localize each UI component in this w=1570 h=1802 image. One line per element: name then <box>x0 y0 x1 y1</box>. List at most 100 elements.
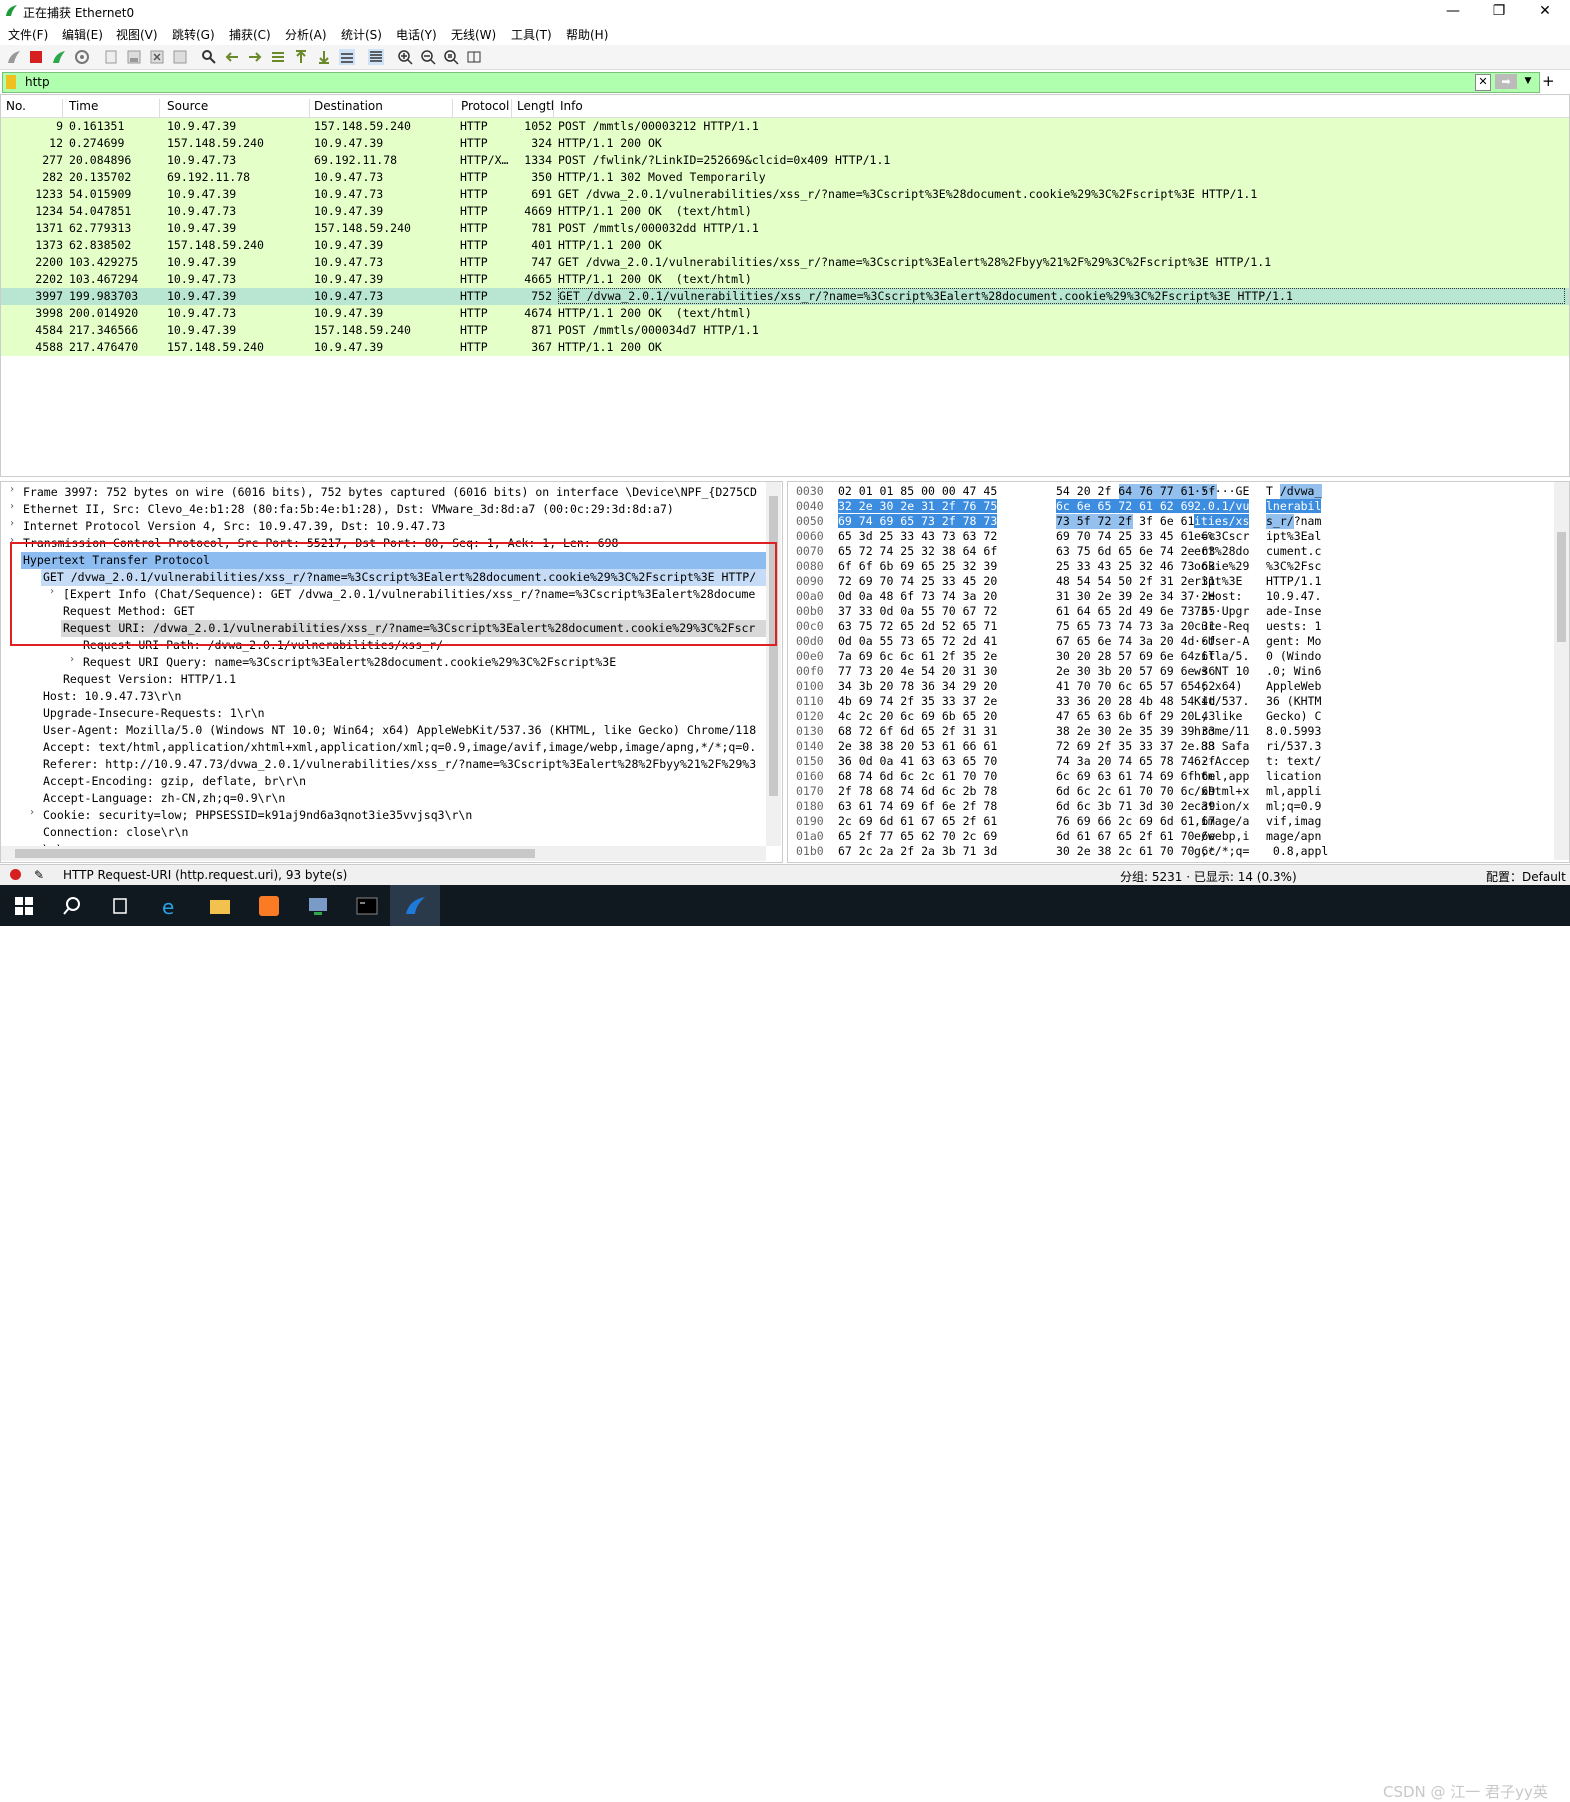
detail-tree-row[interactable]: ⌄Hypertext Transfer Protocol <box>21 552 766 569</box>
column-info[interactable]: Info <box>560 99 583 117</box>
colorize-icon[interactable] <box>368 49 384 65</box>
menu-capture[interactable]: 捕获(C) <box>229 26 271 43</box>
stop-capture-icon[interactable] <box>28 49 44 65</box>
packet-row[interactable]: 282 20.135702 69.192.11.78 10.9.47.73 HTTP 35… <box>1 169 1569 186</box>
expand-chevron-icon[interactable]: › <box>49 586 61 597</box>
detail-tree-row[interactable]: Accept: text/html,application/xhtml+xml,… <box>1 739 766 756</box>
menu-tools[interactable]: 工具(T) <box>511 26 552 43</box>
display-filter-bar[interactable]: http ✕ ➡ ▼ <box>2 72 1540 93</box>
windows-start-icon[interactable] <box>12 894 36 918</box>
menu-statistics[interactable]: 统计(S) <box>341 26 382 43</box>
detail-tree-row[interactable]: Referer: http://10.9.47.73/dvwa_2.0.1/vu… <box>1 756 766 773</box>
xampp-icon[interactable] <box>257 894 281 918</box>
file-explorer-icon[interactable] <box>208 894 232 918</box>
column-source[interactable]: Source <box>167 99 310 117</box>
details-vertical-scrollbar[interactable] <box>766 482 781 846</box>
bookmark-icon[interactable] <box>6 75 16 89</box>
network-app-icon[interactable] <box>306 894 330 918</box>
packet-row[interactable]: 9 0.161351 10.9.47.39 157.148.59.240 HTTP 105… <box>1 118 1569 135</box>
menu-telephony[interactable]: 电话(Y) <box>396 26 437 43</box>
open-file-icon[interactable] <box>103 49 119 65</box>
expand-chevron-icon[interactable]: › <box>9 484 21 495</box>
internet-explorer-icon[interactable]: e <box>159 894 183 918</box>
zoom-out-icon[interactable] <box>420 49 436 65</box>
packet-row[interactable]: 4588 217.476470 157.148.59.240 10.9.47.39 HT… <box>1 339 1569 356</box>
status-profile[interactable]: 配置：Default <box>1486 868 1566 885</box>
detail-tree-row[interactable]: ⌄Request URI: /dvwa_2.0.1/vulnerabilitie… <box>61 620 766 637</box>
packet-row[interactable]: 2200 103.429275 10.9.47.39 10.9.47.73 HTTP 74… <box>1 254 1569 271</box>
add-filter-button-icon[interactable]: + <box>1542 72 1555 90</box>
go-first-packet-icon[interactable] <box>293 49 309 65</box>
expand-chevron-icon[interactable]: › <box>9 501 21 512</box>
go-last-packet-icon[interactable] <box>316 49 332 65</box>
packet-row[interactable]: 1371 62.779313 10.9.47.39 157.148.59.240 HTT… <box>1 220 1569 237</box>
expert-info-icon[interactable] <box>10 869 21 880</box>
reload-file-icon[interactable] <box>172 49 188 65</box>
detail-tree-row[interactable]: › Frame 3997: 752 bytes on wire (6016 bit… <box>1 484 766 501</box>
go-back-icon[interactable] <box>224 49 240 65</box>
menu-analyze[interactable]: 分析(A) <box>285 26 327 43</box>
edit-comment-icon[interactable]: ✎ <box>34 868 44 882</box>
task-view-icon[interactable] <box>108 894 132 918</box>
column-no[interactable]: No. <box>6 99 63 117</box>
menu-view[interactable]: 视图(V) <box>116 26 158 43</box>
detail-tree-row[interactable]: Request URI Path: /dvwa_2.0.1/vulnerabil… <box>1 637 766 654</box>
packet-row[interactable]: 1234 54.047851 10.9.47.73 10.9.47.39 HTTP 466… <box>1 203 1569 220</box>
maximize-button[interactable]: ❐ <box>1476 0 1522 22</box>
expand-chevron-icon[interactable]: › <box>9 535 21 546</box>
filter-history-chevron-icon[interactable]: ▼ <box>1521 74 1535 89</box>
menu-edit[interactable]: 编辑(E) <box>62 26 103 43</box>
detail-tree-row[interactable]: Request Version: HTTP/1.1 <box>1 671 766 688</box>
search-icon[interactable] <box>60 894 84 918</box>
save-file-icon[interactable] <box>126 49 142 65</box>
detail-tree-row[interactable]: › Ethernet II, Src: Clevo_4e:b1:28 (80:fa… <box>1 501 766 518</box>
detail-tree-row[interactable]: Request Method: GET <box>1 603 766 620</box>
go-forward-icon[interactable] <box>247 49 263 65</box>
packet-row[interactable]: 4584 217.346566 10.9.47.39 157.148.59.240 HT… <box>1 322 1569 339</box>
bytes-vertical-scrollbar[interactable] <box>1554 482 1569 860</box>
detail-tree-row[interactable]: Upgrade-Insecure-Requests: 1\r\n <box>1 705 766 722</box>
expand-chevron-icon[interactable]: › <box>69 654 81 665</box>
column-protocol[interactable]: Protocol <box>461 99 512 117</box>
detail-tree-row[interactable]: › Internet Protocol Version 4, Src: 10.9.… <box>1 518 766 535</box>
detail-tree-row[interactable]: Host: 10.9.47.73\r\n <box>1 688 766 705</box>
minimize-button[interactable]: — <box>1430 0 1476 22</box>
restart-capture-icon[interactable] <box>51 49 67 65</box>
expand-chevron-icon[interactable]: › <box>29 807 41 818</box>
resize-columns-icon[interactable] <box>466 49 482 65</box>
zoom-reset-icon[interactable] <box>443 49 459 65</box>
column-length[interactable]: Lengtl <box>517 99 554 117</box>
menu-wireless[interactable]: 无线(W) <box>451 26 496 43</box>
terminal-icon[interactable] <box>355 894 379 918</box>
detail-tree-row[interactable]: › [Expert Info (Chat/Sequence): GET /dvwa… <box>1 586 766 603</box>
details-horizontal-scrollbar[interactable] <box>1 846 766 861</box>
apply-filter-icon[interactable]: ➡ <box>1495 74 1517 89</box>
column-time[interactable]: Time <box>69 99 160 117</box>
wireshark-taskbar-item[interactable] <box>390 885 440 926</box>
menu-go[interactable]: 跳转(G) <box>172 26 215 43</box>
detail-tree-row[interactable]: User-Agent: Mozilla/5.0 (Windows NT 10.0… <box>1 722 766 739</box>
packet-row[interactable]: 1233 54.015909 10.9.47.39 10.9.47.73 HTTP 691… <box>1 186 1569 203</box>
menu-help[interactable]: 帮助(H) <box>566 26 608 43</box>
zoom-in-icon[interactable] <box>397 49 413 65</box>
start-capture-icon[interactable] <box>6 49 22 65</box>
detail-tree-row[interactable]: Accept-Language: zh-CN,zh;q=0.9\r\n <box>1 790 766 807</box>
detail-tree-row[interactable]: Connection: close\r\n <box>1 824 766 841</box>
detail-tree-row[interactable]: › Cookie: security=low; PHPSESSID=k91aj9n… <box>1 807 766 824</box>
close-file-icon[interactable] <box>149 49 165 65</box>
detail-tree-row[interactable]: ⌄GET /dvwa_2.0.1/vulnerabilities/xss_r/?… <box>41 569 766 586</box>
capture-options-icon[interactable] <box>74 49 90 65</box>
packet-row[interactable]: 1373 62.838502 157.148.59.240 10.9.47.39 HTT… <box>1 237 1569 254</box>
expand-chevron-icon[interactable]: › <box>9 518 21 529</box>
packet-row[interactable]: 2202 103.467294 10.9.47.73 10.9.47.39 HTTP 46… <box>1 271 1569 288</box>
menu-file[interactable]: 文件(F) <box>8 26 48 43</box>
close-button[interactable]: ✕ <box>1522 0 1568 22</box>
display-filter-input[interactable]: http <box>25 75 50 89</box>
clear-filter-icon[interactable]: ✕ <box>1475 74 1491 91</box>
detail-tree-row[interactable]: › Request URI Query: name=%3Cscript%3Eale… <box>1 654 766 671</box>
find-packet-icon[interactable] <box>201 49 217 65</box>
detail-tree-row[interactable]: › Transmission Control Protocol, Src Port… <box>1 535 766 552</box>
packet-row[interactable]: 277 20.084896 10.9.47.73 69.192.11.78 HTTP/X… <box>1 152 1569 169</box>
packet-row[interactable]: 3998 200.014920 10.9.47.73 10.9.47.39 HTTP 46… <box>1 305 1569 322</box>
go-to-packet-icon[interactable] <box>270 49 286 65</box>
